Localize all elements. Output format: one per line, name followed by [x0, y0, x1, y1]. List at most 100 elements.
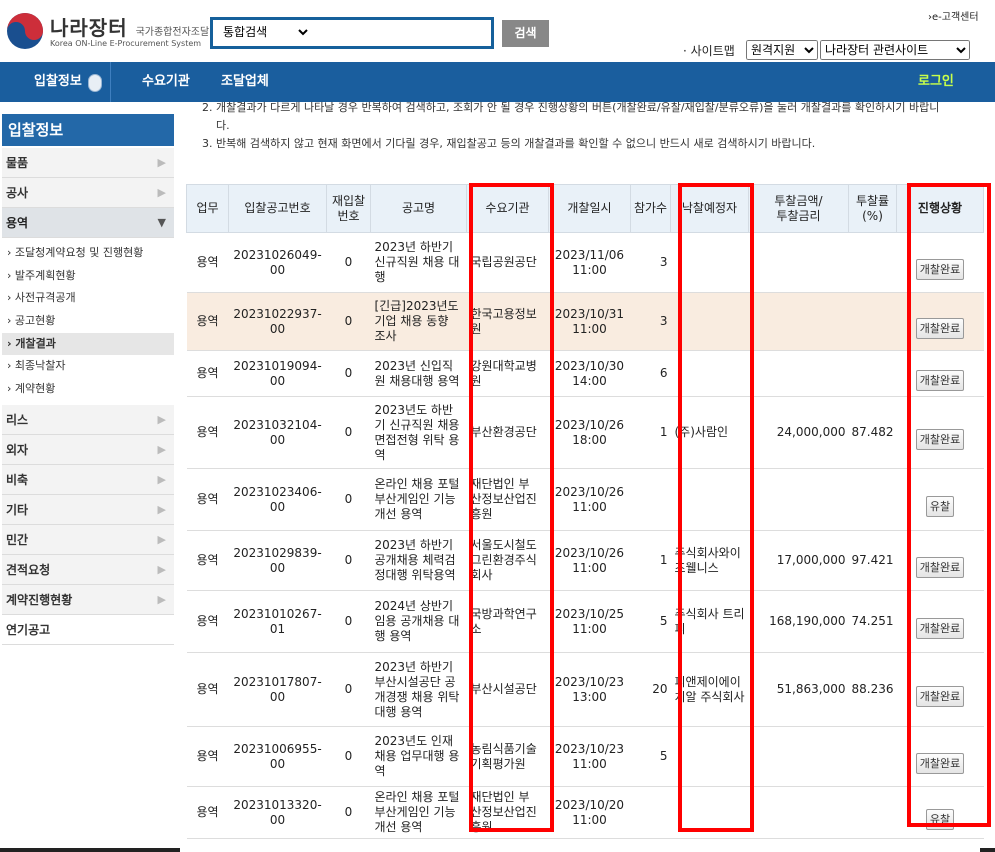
- cell-rate: [848, 232, 897, 293]
- sidebar-item-quote[interactable]: 견적요청 ▶: [2, 554, 174, 585]
- cell-biz: 용역: [186, 590, 229, 653]
- open-date: 2023/10/23: [554, 741, 625, 756]
- sidebar: 입찰정보 물품 ▶ 공사 ▶ 용역 ▼ › 조달청계약요청 및 진행현황 › 발주계획…: [0, 102, 176, 852]
- cell-rate: [848, 350, 897, 397]
- sidebar-item-lease[interactable]: 리스 ▶: [2, 404, 174, 435]
- cell-rebid: 0: [326, 292, 371, 351]
- cell-no: 20231006955-00: [228, 726, 327, 787]
- cell-no: 20231029839-00: [228, 530, 327, 591]
- cell-rate: 87.482: [848, 396, 897, 469]
- cell-count: 20: [630, 652, 671, 727]
- cell-count: 3: [630, 232, 671, 293]
- cell-no: 20231026049-00: [228, 232, 327, 293]
- chevron-right-icon: ▶: [157, 156, 166, 169]
- sidebar-item-private[interactable]: 민간 ▶: [2, 524, 174, 555]
- login-link[interactable]: 로그인: [918, 62, 954, 102]
- chevron-right-icon: ▶: [157, 562, 166, 576]
- cell-rebid: 0: [326, 590, 371, 653]
- cell-rate: 74.251: [848, 590, 897, 653]
- nav-supplier[interactable]: 조달업체: [221, 62, 269, 102]
- table-row: 용역 20231032104-00 0 2023년도 하반기 신규직원 채용 면접전형…: [186, 396, 984, 469]
- nav-bid-info[interactable]: 입찰정보: [34, 62, 82, 102]
- chevron-right-icon: ▶: [157, 532, 166, 546]
- cell-biz: 용역: [186, 530, 229, 591]
- chevron-right-icon: ▶: [157, 592, 166, 606]
- sidebar-item-etc[interactable]: 기타 ▶: [2, 494, 174, 525]
- submenu-item-current[interactable]: › 개찰결과: [2, 332, 174, 356]
- open-time: 11:00: [572, 812, 607, 827]
- table-row: 용역 20231026049-00 0 2023년 하반기 신규직원 채용 대행 국립공…: [186, 232, 984, 293]
- cell-rate: [848, 292, 897, 351]
- cell-date: 2023/10/23 11:00: [548, 726, 631, 787]
- cell-date: 2023/10/20 11:00: [548, 786, 631, 839]
- open-date: 2023/10/26: [554, 484, 625, 499]
- cell-title: 2023년 신입직원 채용대행 용역: [370, 350, 467, 397]
- search-scope-select[interactable]: 통합검색: [219, 24, 311, 40]
- table-row: 용역 20231010267-01 0 2024년 상반기 임용 공개채용 대행 용역…: [186, 590, 984, 653]
- cell-rebid: 0: [326, 232, 371, 293]
- cell-date: 2023/10/26 11:00: [548, 530, 631, 591]
- submenu-item[interactable]: › 공고현황: [2, 310, 174, 333]
- cell-rebid: 0: [326, 786, 371, 839]
- open-time: 11:00: [572, 321, 607, 336]
- nav-demand-agency[interactable]: 수요기관: [142, 62, 190, 102]
- cell-biz: 용역: [186, 652, 229, 727]
- cell-title: 2023년도 하반기 신규직원 채용 면접전형 위탁 용역: [370, 396, 467, 469]
- bottom-border: [0, 848, 180, 852]
- cell-no: 20231022937-00: [228, 292, 327, 351]
- cell-amount: 168,190,000: [748, 590, 849, 653]
- notice-line: 다.: [216, 119, 230, 132]
- column-header: 개찰일시: [548, 184, 631, 233]
- submenu-item[interactable]: › 사전규격공개: [2, 287, 174, 310]
- sidebar-item-foreign[interactable]: 외자 ▶: [2, 434, 174, 465]
- remote-support-select[interactable]: 원격지원: [746, 40, 818, 60]
- submenu-item[interactable]: › 조달청계약요청 및 진행현황: [2, 242, 174, 265]
- notice-line: 2. 개찰결과가 다르게 나타날 경우 반복하여 검색하고, 조회가 안 될 경…: [202, 101, 940, 114]
- customer-center-link[interactable]: ›e-고객센터: [928, 8, 979, 23]
- cell-count: 3: [630, 292, 671, 351]
- table-row: 용역 20231029839-00 0 2023년 하반기 공개채용 체력검정대행 위…: [186, 530, 984, 591]
- open-date: 2023/10/26: [554, 417, 625, 432]
- logo-title: 나라장터 국가종합전자조달: [50, 16, 210, 40]
- table-row: 용역 20231023406-00 0 온라인 채용 포털 부산게임인 기능 개선 용…: [186, 468, 984, 531]
- sidebar-item-stockpile[interactable]: 비축 ▶: [2, 464, 174, 495]
- cell-title: [긴급]2023년도 기업 채용 동향 조사: [370, 292, 467, 351]
- sidebar-menu: 물품 ▶ 공사 ▶ 용역 ▼ › 조달청계약요청 및 진행현황 › 발주계획현황 › …: [2, 148, 174, 645]
- column-header: 업무: [186, 184, 229, 233]
- submenu-item[interactable]: › 발주계획현황: [2, 265, 174, 288]
- sidebar-item-contract-progress[interactable]: 계약진행현황 ▶: [2, 584, 174, 615]
- mouse-icon: [88, 74, 102, 92]
- site-logo[interactable]: 나라장터 국가종합전자조달 Korea ON-Line E-Procuremen…: [6, 10, 210, 56]
- sitemap-link[interactable]: · 사이트맵: [683, 42, 735, 59]
- sidebar-item-construction[interactable]: 공사 ▶: [2, 178, 174, 208]
- cell-title: 온라인 채용 포털 부산게임인 기능 개선 용역: [370, 468, 467, 531]
- open-date: 2023/10/25: [554, 606, 625, 621]
- chevron-right-icon: ▶: [157, 442, 166, 456]
- column-header: 투찰률 (%): [848, 184, 897, 233]
- sidebar-item-service[interactable]: 용역 ▼: [2, 208, 174, 238]
- cell-amount: [748, 292, 849, 351]
- cell-date: 2023/10/31 11:00: [548, 292, 631, 351]
- cell-rate: 88.236: [848, 652, 897, 727]
- cell-title: 온라인 채용 포털 부산게임인 기능 개선 용역: [370, 786, 467, 839]
- cell-no: 20231019094-00: [228, 350, 327, 397]
- submenu-item[interactable]: › 계약현황: [2, 378, 174, 401]
- related-sites-select[interactable]: 나라장터 관련사이트: [820, 40, 970, 60]
- sidebar-title: 입찰정보: [2, 114, 174, 146]
- cell-no: 20231010267-01: [228, 590, 327, 653]
- chevron-down-icon: ▼: [157, 216, 166, 229]
- cell-title: 2023년 하반기 부산시설공단 공개경쟁 채용 위탁대행 용역: [370, 652, 467, 727]
- table-row: 용역 20231017807-00 0 2023년 하반기 부산시설공단 공개경쟁 채…: [186, 652, 984, 727]
- cell-biz: 용역: [186, 468, 229, 531]
- cell-rebid: 0: [326, 468, 371, 531]
- cell-count: 5: [630, 726, 671, 787]
- column-header: 투찰금액/ 투찰금리: [748, 184, 849, 233]
- sidebar-item-postponed[interactable]: 연기공고: [2, 614, 174, 645]
- submenu-item[interactable]: › 최종낙찰자: [2, 355, 174, 378]
- column-header: 참가수: [630, 184, 671, 233]
- cell-rebid: 0: [326, 396, 371, 469]
- cell-amount: 24,000,000: [748, 396, 849, 469]
- sidebar-item-goods[interactable]: 물품 ▶: [2, 148, 174, 178]
- cell-rate: 97.421: [848, 530, 897, 591]
- search-button[interactable]: 검색: [502, 20, 549, 47]
